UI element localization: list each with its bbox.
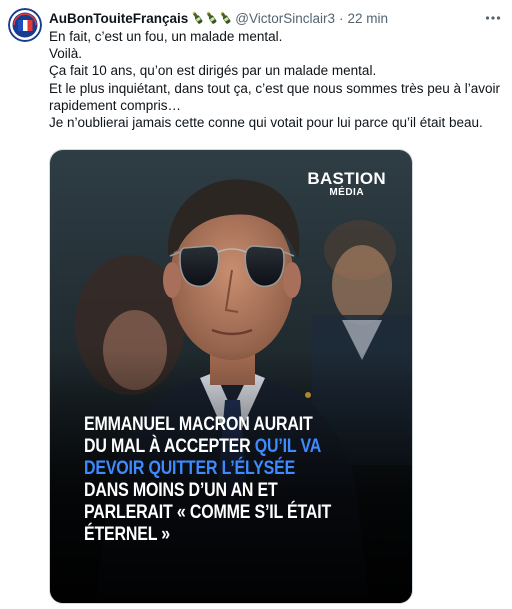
tweet-header: AuBonTouiteFrançais @VictorSinclair3 · 2…: [49, 9, 504, 27]
more-options-button[interactable]: [482, 7, 504, 29]
bastion-media-logo: BASTION MÉDIA: [307, 170, 386, 198]
tweet-line: Je n’oublierai jamais cette conne qui vo…: [49, 115, 483, 131]
timestamp[interactable]: 22 min: [348, 11, 389, 26]
tweet-line: En fait, c’est un fou, un malade mental.: [49, 29, 283, 44]
logo-line-2: MÉDIA: [329, 187, 365, 198]
logo-line-1: BASTION: [307, 169, 386, 188]
header-separator: ·: [339, 10, 344, 26]
tweet-media-image[interactable]: BASTION MÉDIA Emmanuel Macron aurait du …: [49, 149, 413, 604]
tweet-line: Voilà.: [49, 46, 83, 62]
champagne-bottle-icon: [192, 11, 203, 24]
name-emojis: [191, 11, 232, 25]
headline-text-end: dans moins d’un an et parlerait « comme …: [84, 480, 332, 545]
tweet-line: Et le plus inquiétant, dans tout ça, c’e…: [49, 80, 500, 113]
avatar[interactable]: [8, 8, 42, 42]
tweet-line: Ça fait 10 ans, qu’on est dirigés par un…: [49, 63, 377, 79]
image-headline: Emmanuel Macron aurait du mal à accepter…: [84, 414, 336, 546]
made-in-france-badge-icon: [8, 8, 42, 42]
tweet-text: En fait, c’est un fou, un malade mental.…: [49, 28, 504, 131]
more-horizontal-icon: [485, 16, 501, 20]
display-name[interactable]: AuBonTouiteFrançais: [49, 11, 188, 26]
champagne-bottle-icon: [220, 11, 231, 24]
user-handle[interactable]: @VictorSinclair3: [235, 11, 335, 26]
champagne-bottle-icon: [206, 11, 217, 24]
